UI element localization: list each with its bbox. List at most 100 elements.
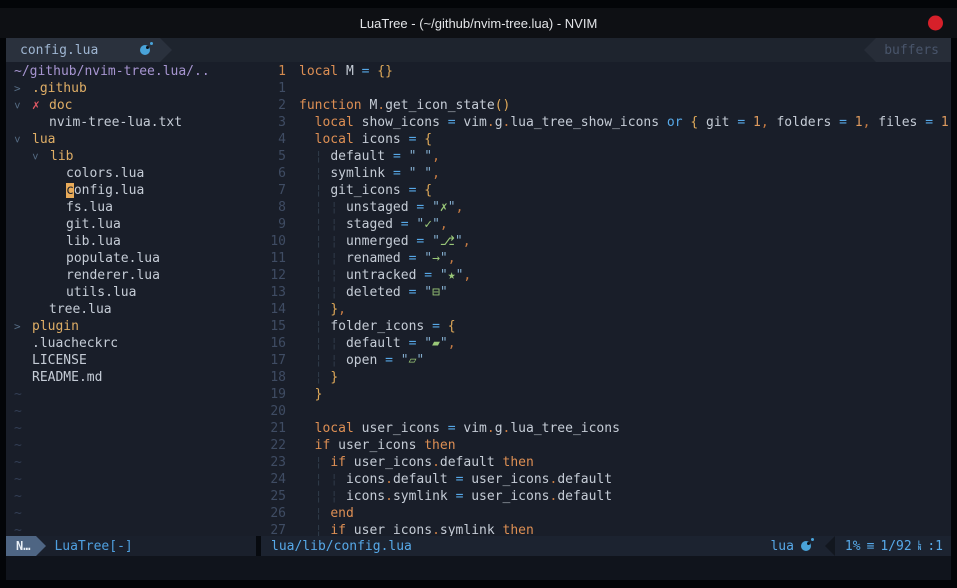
scroll-percent: 1% <box>845 538 861 555</box>
tree-item-label: fs.lua <box>66 199 113 216</box>
tree-item[interactable]: git.lua <box>6 216 256 233</box>
tree-item-label: .luacheckrc <box>32 335 118 352</box>
code-line[interactable]: 4 local icons = { <box>256 131 951 148</box>
chevron-right-icon[interactable]: > <box>14 318 32 335</box>
code-line[interactable]: 19 } <box>256 386 951 403</box>
code-line[interactable]: 2function M.get_icon_state() <box>256 97 951 114</box>
code-line[interactable]: 16 ¦ ¦ default = "▰", <box>256 335 951 352</box>
tree-item[interactable]: fs.lua <box>6 199 256 216</box>
close-button[interactable] <box>928 16 943 31</box>
code-line[interactable]: 22 if user_icons then <box>256 437 951 454</box>
tree-item-label: utils.lua <box>66 284 136 301</box>
chevron-down-icon[interactable]: > <box>14 97 32 114</box>
indent-guide <box>299 438 315 453</box>
tree-item[interactable]: ~/github/nvim-tree.lua/.. <box>6 63 256 80</box>
tree-item-label: doc <box>49 97 72 114</box>
tree-item[interactable]: colors.lua <box>6 165 256 182</box>
empty-line: ~ <box>6 522 256 536</box>
code-line[interactable]: 11 ¦ ¦ renamed = "→", <box>256 250 951 267</box>
git-unstaged-icon: ✗ <box>32 97 49 114</box>
line-number: 6 <box>256 165 286 182</box>
tree-item[interactable]: >lua <box>6 131 256 148</box>
code-line[interactable]: 14 ¦ }, <box>256 301 951 318</box>
empty-line: ~ <box>6 454 256 471</box>
code-line[interactable]: 1 <box>256 80 951 97</box>
tree-item[interactable]: renderer.lua <box>6 267 256 284</box>
code-line[interactable]: 5 ¦ default = " ", <box>256 148 951 165</box>
line-number: 12 <box>256 267 286 284</box>
tree-item[interactable]: tree.lua <box>6 301 256 318</box>
titlebar: LuaTree - (~/github/nvim-tree.lua) - NVI… <box>0 8 957 38</box>
tree-item[interactable]: lib.lua <box>6 233 256 250</box>
code-line[interactable]: 24 ¦ ¦ icons.default = user_icons.defaul… <box>256 471 951 488</box>
main-split: ~/github/nvim-tree.lua/..>.github>✗docnv… <box>6 62 951 536</box>
tree-item[interactable]: >.github <box>6 80 256 97</box>
empty-line: ~ <box>6 420 256 437</box>
line-number: 15 <box>256 318 286 335</box>
tree-item-label: README.md <box>32 369 102 386</box>
code-line[interactable]: 15 ¦ folder_icons = { <box>256 318 951 335</box>
chevron-down-icon[interactable]: > <box>32 148 50 165</box>
statusline-tree: N… LuaTree[-] <box>6 536 256 556</box>
lua-logo-icon <box>140 45 150 55</box>
line-number: 16 <box>256 335 286 352</box>
indent-guide: ¦ <box>299 455 330 470</box>
indent-guide: ¦ <box>299 319 330 334</box>
chevron-right-icon[interactable]: > <box>14 80 32 97</box>
tree-item[interactable]: >✗doc <box>6 97 256 114</box>
line-number: 25 <box>256 488 286 505</box>
tabline-spacer <box>160 38 864 62</box>
indent-guide: ¦ <box>299 166 330 181</box>
code-line[interactable]: 25 ¦ ¦ icons.symlink = user_icons.defaul… <box>256 488 951 505</box>
tree-item[interactable]: README.md <box>6 369 256 386</box>
indent-guide <box>299 115 315 130</box>
line-number: 10 <box>256 233 286 250</box>
code-line[interactable]: 21 local user_icons = vim.g.lua_tree_ico… <box>256 420 951 437</box>
code-line[interactable]: 8 ¦ ¦ unstaged = "✗", <box>256 199 951 216</box>
chevron-down-icon[interactable]: > <box>14 131 32 148</box>
tree-item[interactable]: utils.lua <box>6 284 256 301</box>
tree-item[interactable]: >plugin <box>6 318 256 335</box>
code-line[interactable]: 18 ¦ } <box>256 369 951 386</box>
command-line[interactable] <box>6 556 951 580</box>
code-line[interactable]: 12 ¦ ¦ untracked = "★", <box>256 267 951 284</box>
empty-line: ~ <box>6 488 256 505</box>
indent-guide: ¦ ¦ <box>299 472 346 487</box>
tree-item[interactable]: LICENSE <box>6 352 256 369</box>
code-line[interactable]: 9 ¦ ¦ staged = "✓", <box>256 216 951 233</box>
code-line[interactable]: 3 local show_icons = vim.g.lua_tree_show… <box>256 114 951 131</box>
line-number: 5 <box>256 148 286 165</box>
indent-guide: ¦ ¦ <box>299 251 346 266</box>
cursor-stats: 1% ≡ 1/92 L N :1 <box>845 538 943 555</box>
tree-item[interactable]: >lib <box>6 148 256 165</box>
code-line[interactable]: 13 ¦ ¦ deleted = "⊟" <box>256 284 951 301</box>
code-line[interactable]: 7 ¦ git_icons = { <box>256 182 951 199</box>
line-number: 23 <box>256 454 286 471</box>
code-line[interactable]: 23 ¦ if user_icons.default then <box>256 454 951 471</box>
line-number: 27 <box>256 522 286 536</box>
nvim-window: LuaTree - (~/github/nvim-tree.lua) - NVI… <box>0 0 957 588</box>
line-number: 22 <box>256 437 286 454</box>
code-line[interactable]: 10 ¦ ¦ unmerged = "⎇", <box>256 233 951 250</box>
tree-item[interactable]: nvim-tree-lua.txt <box>6 114 256 131</box>
code-line[interactable]: 27 ¦ if user_icons.symlink then <box>256 522 951 536</box>
buffers-label[interactable]: buffers <box>876 38 951 62</box>
line-number: 3 <box>256 114 286 131</box>
tree-item[interactable]: .luacheckrc <box>6 335 256 352</box>
empty-line: ~ <box>6 403 256 420</box>
code-line[interactable]: 26 ¦ end <box>256 505 951 522</box>
code-line[interactable]: 20 <box>256 403 951 420</box>
indent-guide: ¦ ¦ <box>299 285 346 300</box>
tab-config-lua[interactable]: config.lua <box>6 38 160 62</box>
tree-item[interactable]: populate.lua <box>6 250 256 267</box>
code-line[interactable]: 6 ¦ symlink = " ", <box>256 165 951 182</box>
line-number: 2 <box>256 97 286 114</box>
code-line[interactable]: 17 ¦ ¦ open = "▱" <box>256 352 951 369</box>
tree-item[interactable]: config.lua <box>6 182 256 199</box>
line-position: 1/92 <box>880 538 911 555</box>
tree-item-label: .github <box>32 80 87 97</box>
empty-line: ~ <box>6 437 256 454</box>
code-line[interactable]: 1local M = {} <box>256 63 951 80</box>
statusline: N… LuaTree[-] lua/lib/config.lua lua 1% … <box>6 536 951 556</box>
indent-guide <box>299 132 315 147</box>
